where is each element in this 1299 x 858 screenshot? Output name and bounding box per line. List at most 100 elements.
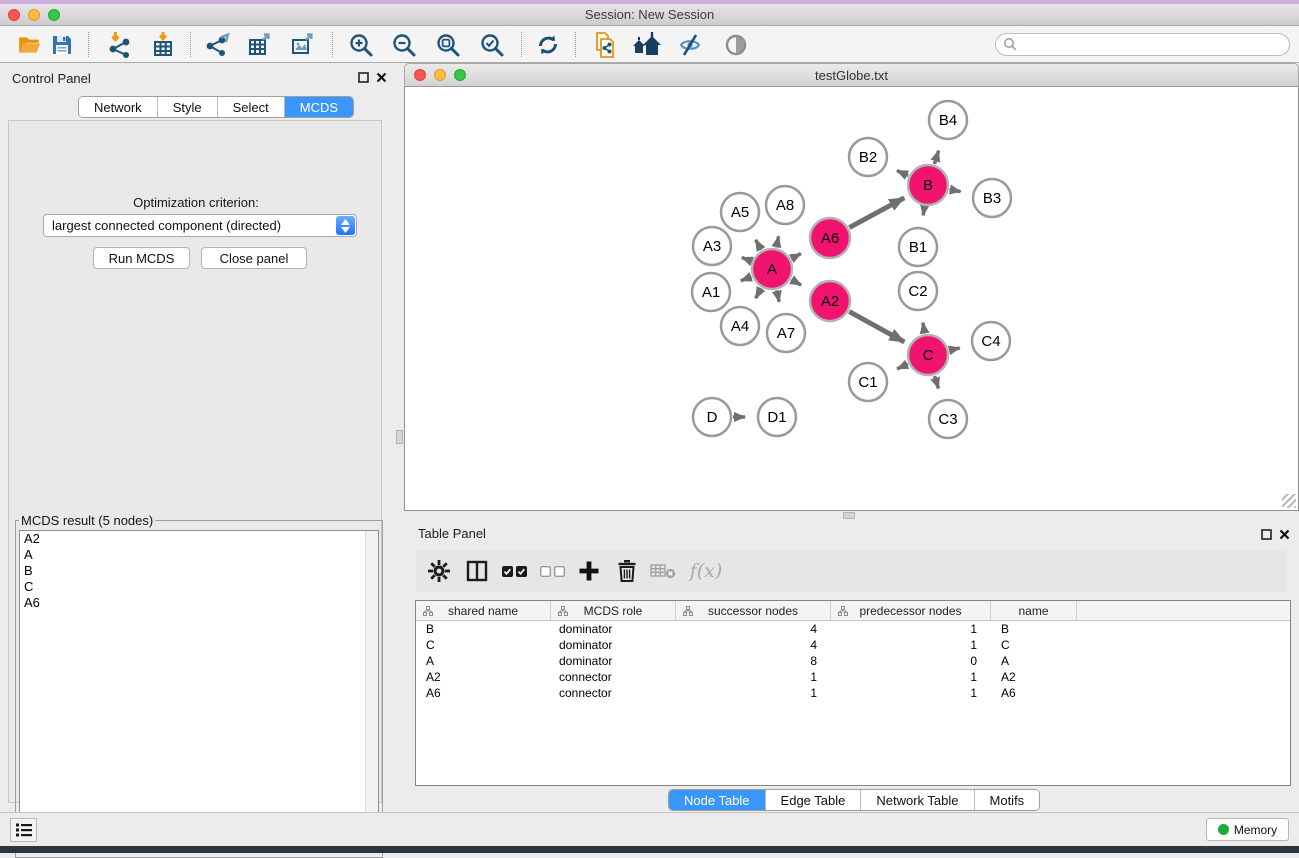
float-panel-icon[interactable] xyxy=(358,72,369,83)
birds-eye-view-icon[interactable] xyxy=(719,30,753,59)
mcds-result-item[interactable]: A xyxy=(20,547,378,563)
network-graph[interactable]: B4B2BB3A8A5A6A3B1AC2A1A2A4A7C4CC1C3DD1 xyxy=(405,87,1298,509)
memory-button[interactable]: Memory xyxy=(1206,818,1289,841)
edge-B-B2[interactable] xyxy=(897,171,908,176)
zoom-in-icon[interactable] xyxy=(344,30,378,59)
split-divider-handle[interactable] xyxy=(843,512,855,519)
export-image-icon[interactable] xyxy=(286,30,320,59)
resize-grip-icon[interactable] xyxy=(1282,494,1296,508)
table-row[interactable]: A2connector11A2 xyxy=(416,669,1290,685)
column-header-shared-name[interactable]: shared name xyxy=(416,601,551,620)
scrollbar-track[interactable] xyxy=(365,531,378,846)
table-row[interactable]: Bdominator41B xyxy=(416,621,1290,637)
node-A8[interactable]: A8 xyxy=(766,186,804,224)
edge-A-A6[interactable] xyxy=(791,254,800,259)
select-stepper-icon[interactable] xyxy=(336,216,355,235)
edge-A-A2[interactable] xyxy=(791,280,801,285)
mcds-result-list[interactable]: A2ABCA6 xyxy=(19,530,379,847)
tab-edge-table[interactable]: Edge Table xyxy=(766,790,862,810)
column-header-name[interactable]: name xyxy=(991,601,1077,620)
edge-A6-B[interactable] xyxy=(849,198,904,228)
cell[interactable]: B xyxy=(991,622,1077,636)
node-B[interactable]: B xyxy=(908,165,948,205)
search-input[interactable] xyxy=(995,33,1290,56)
mcds-result-item[interactable]: A2 xyxy=(20,531,378,547)
node-C2[interactable]: C2 xyxy=(899,272,937,310)
tab-mcds[interactable]: MCDS xyxy=(285,97,353,117)
cell[interactable]: dominator xyxy=(551,654,676,668)
tab-select[interactable]: Select xyxy=(218,97,285,117)
zoom-fit-icon[interactable] xyxy=(431,30,465,59)
save-session-icon[interactable] xyxy=(45,30,79,59)
edge-C-C2[interactable] xyxy=(923,323,925,334)
show-hide-graphics-details-icon[interactable] xyxy=(673,30,707,59)
table-row[interactable]: Cdominator41C xyxy=(416,637,1290,653)
refresh-view-icon[interactable] xyxy=(531,30,565,59)
node-B3[interactable]: B3 xyxy=(973,179,1011,217)
edge-A-A8[interactable] xyxy=(776,236,778,247)
cell[interactable]: A6 xyxy=(991,686,1077,700)
node-B2[interactable]: B2 xyxy=(849,138,887,176)
node-A7[interactable]: A7 xyxy=(767,314,805,352)
edge-C-C4[interactable] xyxy=(949,348,959,350)
tab-network-table[interactable]: Network Table xyxy=(861,790,974,810)
mcds-result-item[interactable]: A6 xyxy=(20,595,378,611)
cell[interactable]: 8 xyxy=(676,654,831,668)
run-mcds-button[interactable]: Run MCDS xyxy=(93,247,190,269)
zoom-selected-icon[interactable] xyxy=(475,30,509,59)
cell[interactable]: A6 xyxy=(416,686,551,700)
delete-table-icon[interactable] xyxy=(648,557,678,585)
cell[interactable]: 1 xyxy=(831,622,991,636)
function-builder-icon[interactable]: f(x) xyxy=(684,557,728,585)
cell[interactable]: 0 xyxy=(831,654,991,668)
cell[interactable]: 4 xyxy=(676,622,831,636)
split-divider-handle[interactable] xyxy=(396,430,403,444)
close-panel-icon[interactable] xyxy=(376,72,387,83)
node-A5[interactable]: A5 xyxy=(721,193,759,231)
column-header-predecessor-nodes[interactable]: predecessor nodes xyxy=(831,601,991,620)
tab-motifs[interactable]: Motifs xyxy=(975,790,1040,810)
node-B1[interactable]: B1 xyxy=(899,228,937,266)
add-column-icon[interactable] xyxy=(574,557,604,585)
tab-style[interactable]: Style xyxy=(158,97,218,117)
node-A4[interactable]: A4 xyxy=(721,307,759,345)
close-panel-icon[interactable] xyxy=(1279,529,1290,540)
cell[interactable]: A2 xyxy=(991,670,1077,684)
float-panel-icon[interactable] xyxy=(1261,529,1272,540)
cell[interactable]: C xyxy=(991,638,1077,652)
edge-C-C3[interactable] xyxy=(935,376,939,388)
cell[interactable]: A xyxy=(416,654,551,668)
import-network-icon[interactable] xyxy=(103,30,137,59)
edge-A-A1[interactable] xyxy=(741,277,751,281)
import-table-icon[interactable] xyxy=(146,30,180,59)
column-header-successor-nodes[interactable]: successor nodes xyxy=(676,601,831,620)
select-all-columns-icon[interactable] xyxy=(500,557,530,585)
node-D1[interactable]: D1 xyxy=(758,398,796,436)
cell[interactable]: A2 xyxy=(416,670,551,684)
edge-A2-C[interactable] xyxy=(849,312,904,342)
settings-gear-icon[interactable] xyxy=(424,557,454,585)
zoom-out-icon[interactable] xyxy=(387,30,421,59)
node-C[interactable]: C xyxy=(908,335,948,375)
node-A1[interactable]: A1 xyxy=(692,273,730,311)
open-session-icon[interactable] xyxy=(13,30,47,59)
cell[interactable]: dominator xyxy=(551,622,676,636)
edge-C-C1[interactable] xyxy=(897,364,908,369)
cell[interactable]: connector xyxy=(551,670,676,684)
search-field[interactable] xyxy=(995,33,1290,56)
network-window-titlebar[interactable]: testGlobe.txt xyxy=(404,63,1299,87)
cell[interactable]: B xyxy=(416,622,551,636)
table-row[interactable]: Adominator80A xyxy=(416,653,1290,669)
cell[interactable]: A xyxy=(991,654,1077,668)
cell[interactable]: 1 xyxy=(831,670,991,684)
edge-A-A4[interactable] xyxy=(756,288,762,298)
cell[interactable]: 4 xyxy=(676,638,831,652)
cell[interactable]: 1 xyxy=(676,686,831,700)
edge-A-A7[interactable] xyxy=(777,290,779,301)
edge-A-A3[interactable] xyxy=(742,257,752,261)
edge-B-B1[interactable] xyxy=(923,207,924,216)
tab-node-table[interactable]: Node Table xyxy=(669,790,766,810)
deselect-all-columns-icon[interactable] xyxy=(538,557,568,585)
cell[interactable]: C xyxy=(416,638,551,652)
node-B4[interactable]: B4 xyxy=(929,101,967,139)
